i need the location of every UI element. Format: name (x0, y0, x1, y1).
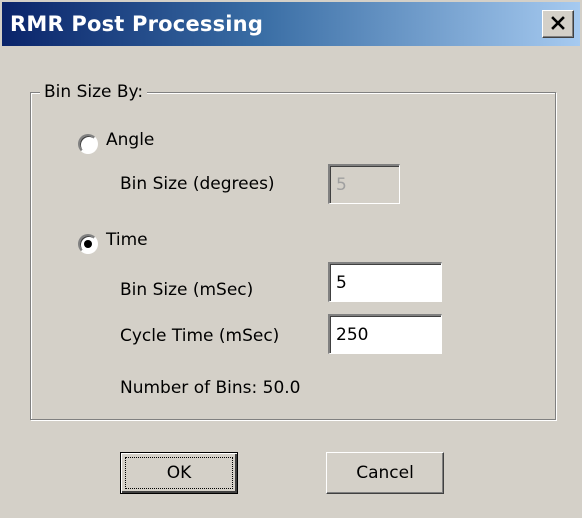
close-button[interactable] (542, 10, 574, 38)
angle-bin-size-input (328, 164, 400, 204)
angle-radio[interactable] (78, 134, 98, 154)
cancel-button-label: Cancel (356, 463, 414, 483)
dialog-window: RMR Post Processing Bin Size By: Angle B… (0, 0, 582, 518)
ok-button[interactable]: OK (120, 452, 238, 494)
cycle-time-label: Cycle Time (mSec) (120, 326, 280, 346)
time-bin-size-label: Bin Size (mSec) (120, 280, 254, 300)
time-bin-size-input[interactable] (328, 262, 442, 302)
cancel-button[interactable]: Cancel (326, 452, 444, 494)
focus-rectangle (125, 457, 233, 489)
radio-selected-dot (84, 240, 92, 248)
window-title: RMR Post Processing (10, 12, 264, 36)
time-radio[interactable] (78, 234, 98, 254)
angle-bin-size-label: Bin Size (degrees) (120, 174, 275, 194)
title-bar[interactable]: RMR Post Processing (2, 2, 580, 46)
time-label[interactable]: Time (106, 230, 148, 250)
cycle-time-input[interactable] (328, 314, 442, 354)
close-icon (551, 15, 565, 34)
angle-label[interactable]: Angle (106, 130, 154, 150)
group-legend: Bin Size By: (40, 82, 148, 102)
number-of-bins-text: Number of Bins: 50.0 (120, 378, 301, 398)
